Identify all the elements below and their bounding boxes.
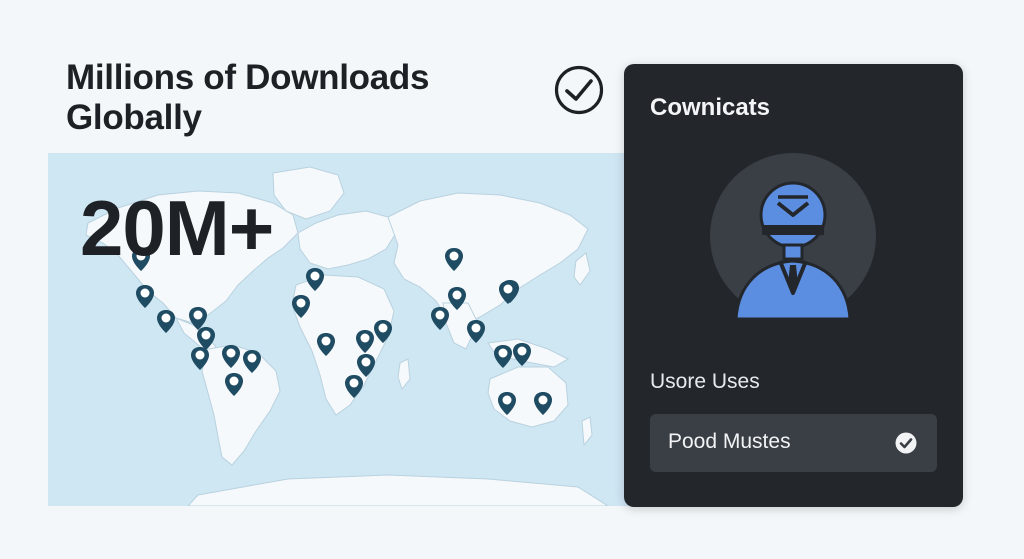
downloads-stat: 20M+: [80, 184, 274, 272]
option-label: Pood Mustes: [668, 430, 791, 453]
check-circle-icon: [554, 65, 604, 115]
panel-title: Cownicats: [650, 94, 771, 121]
check-circle-filled-icon: [895, 432, 917, 454]
profile-panel: Cownicats Usore Uses Pood Mustes: [624, 64, 963, 507]
section-label: Usore Uses: [650, 370, 760, 393]
person-avatar-icon: [710, 153, 876, 319]
page-headline: Millions of Downloads Globally: [66, 58, 526, 138]
option-row-pood-mustes[interactable]: Pood Mustes: [650, 414, 937, 472]
headline-line-2: Globally: [66, 98, 202, 137]
headline-line-1: Millions of Downloads: [66, 58, 430, 97]
